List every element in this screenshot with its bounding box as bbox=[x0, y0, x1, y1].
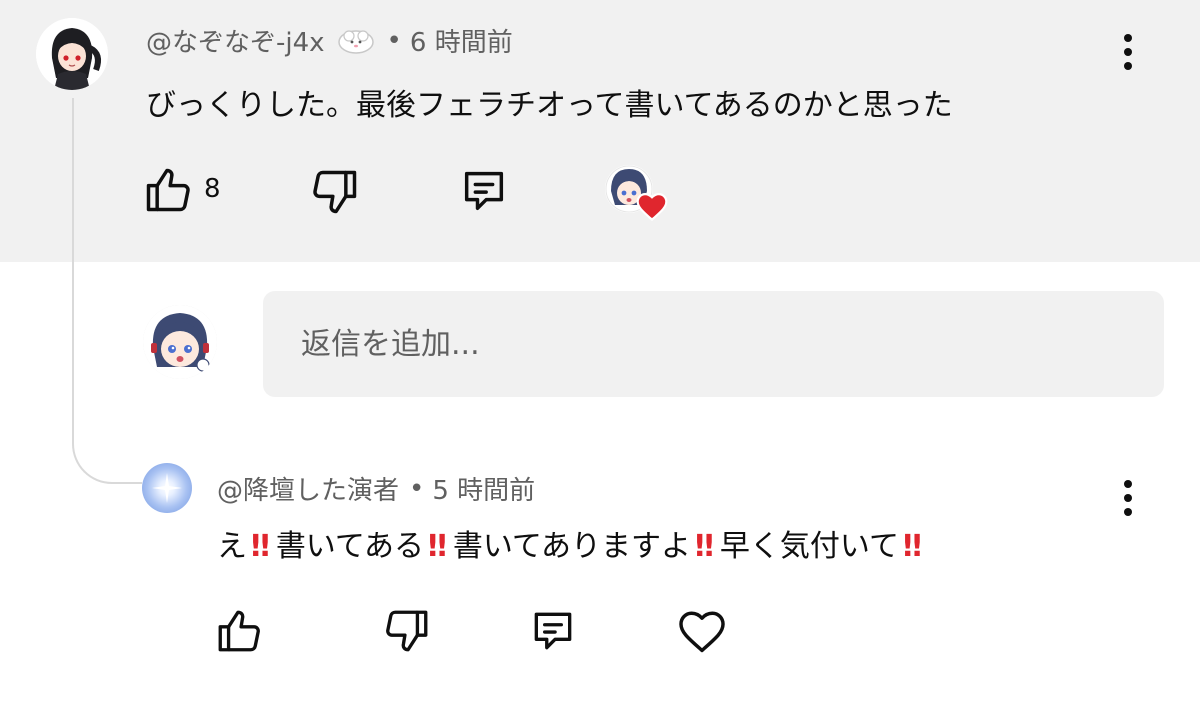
comment-time[interactable]: 6 時間前 bbox=[410, 22, 513, 59]
comment-text: びっくりした。最後フェラチオって書いてあるのかと思った bbox=[146, 88, 953, 123]
meta-separator: • bbox=[409, 473, 425, 504]
heart-button[interactable] bbox=[676, 606, 728, 658]
reply-text-segment: え bbox=[217, 529, 247, 564]
reply-author-avatar[interactable] bbox=[142, 463, 192, 513]
thumbs-down-icon bbox=[313, 170, 357, 214]
double-exclamation-icon: ‼ bbox=[902, 529, 922, 564]
reply-time[interactable]: 5 時間前 bbox=[432, 470, 535, 507]
comment-author[interactable]: @なぞなぞ-j4x bbox=[146, 22, 325, 59]
thumbs-up-icon bbox=[218, 610, 260, 652]
like-button[interactable] bbox=[142, 164, 194, 216]
comment-meta: @なぞなぞ-j4x • 6 時間前 bbox=[146, 22, 513, 59]
reply-text: え ‼ 書いてある ‼ 書いてありますよ ‼ 早く気付いて ‼ bbox=[217, 521, 928, 565]
commenter-avatar[interactable] bbox=[36, 18, 108, 90]
like-count: 8 bbox=[204, 174, 221, 204]
thumbs-down-icon bbox=[386, 610, 428, 652]
reply-input-box[interactable] bbox=[263, 291, 1164, 397]
reply-button[interactable] bbox=[458, 165, 510, 217]
reply-author[interactable]: @降壇した演者 bbox=[217, 470, 399, 507]
member-badge-icon bbox=[335, 27, 377, 55]
thumbs-up-icon bbox=[146, 168, 190, 212]
more-vert-icon bbox=[1124, 480, 1132, 488]
current-user-avatar bbox=[143, 305, 217, 379]
comment-icon bbox=[464, 171, 504, 211]
reply-meta: @降壇した演者 • 5 時間前 bbox=[217, 470, 535, 507]
reply-like-button[interactable] bbox=[214, 606, 266, 658]
double-exclamation-icon: ‼ bbox=[251, 529, 270, 564]
meta-separator: • bbox=[386, 25, 402, 56]
creator-heart-badge bbox=[605, 165, 668, 221]
reply-dislike-button[interactable] bbox=[382, 606, 434, 658]
heart-outline-icon bbox=[679, 611, 725, 653]
reply-text-segment: 書いてある bbox=[275, 529, 425, 564]
thread-connector-line bbox=[72, 98, 142, 484]
heart-icon bbox=[636, 193, 668, 221]
reply-reply-button[interactable] bbox=[528, 606, 580, 658]
reply-input[interactable] bbox=[299, 325, 1128, 363]
reply-text-segment: 早く気付いて bbox=[719, 529, 899, 564]
reply-menu-button[interactable] bbox=[1123, 480, 1133, 520]
reply-text-segment: 書いてありますよ bbox=[452, 529, 692, 564]
dislike-button[interactable] bbox=[309, 166, 361, 218]
more-vert-icon bbox=[1124, 34, 1132, 42]
comment-menu-button[interactable] bbox=[1123, 34, 1133, 74]
double-exclamation-icon: ‼ bbox=[695, 529, 714, 564]
double-exclamation-icon: ‼ bbox=[428, 529, 447, 564]
comment-icon bbox=[534, 612, 572, 650]
